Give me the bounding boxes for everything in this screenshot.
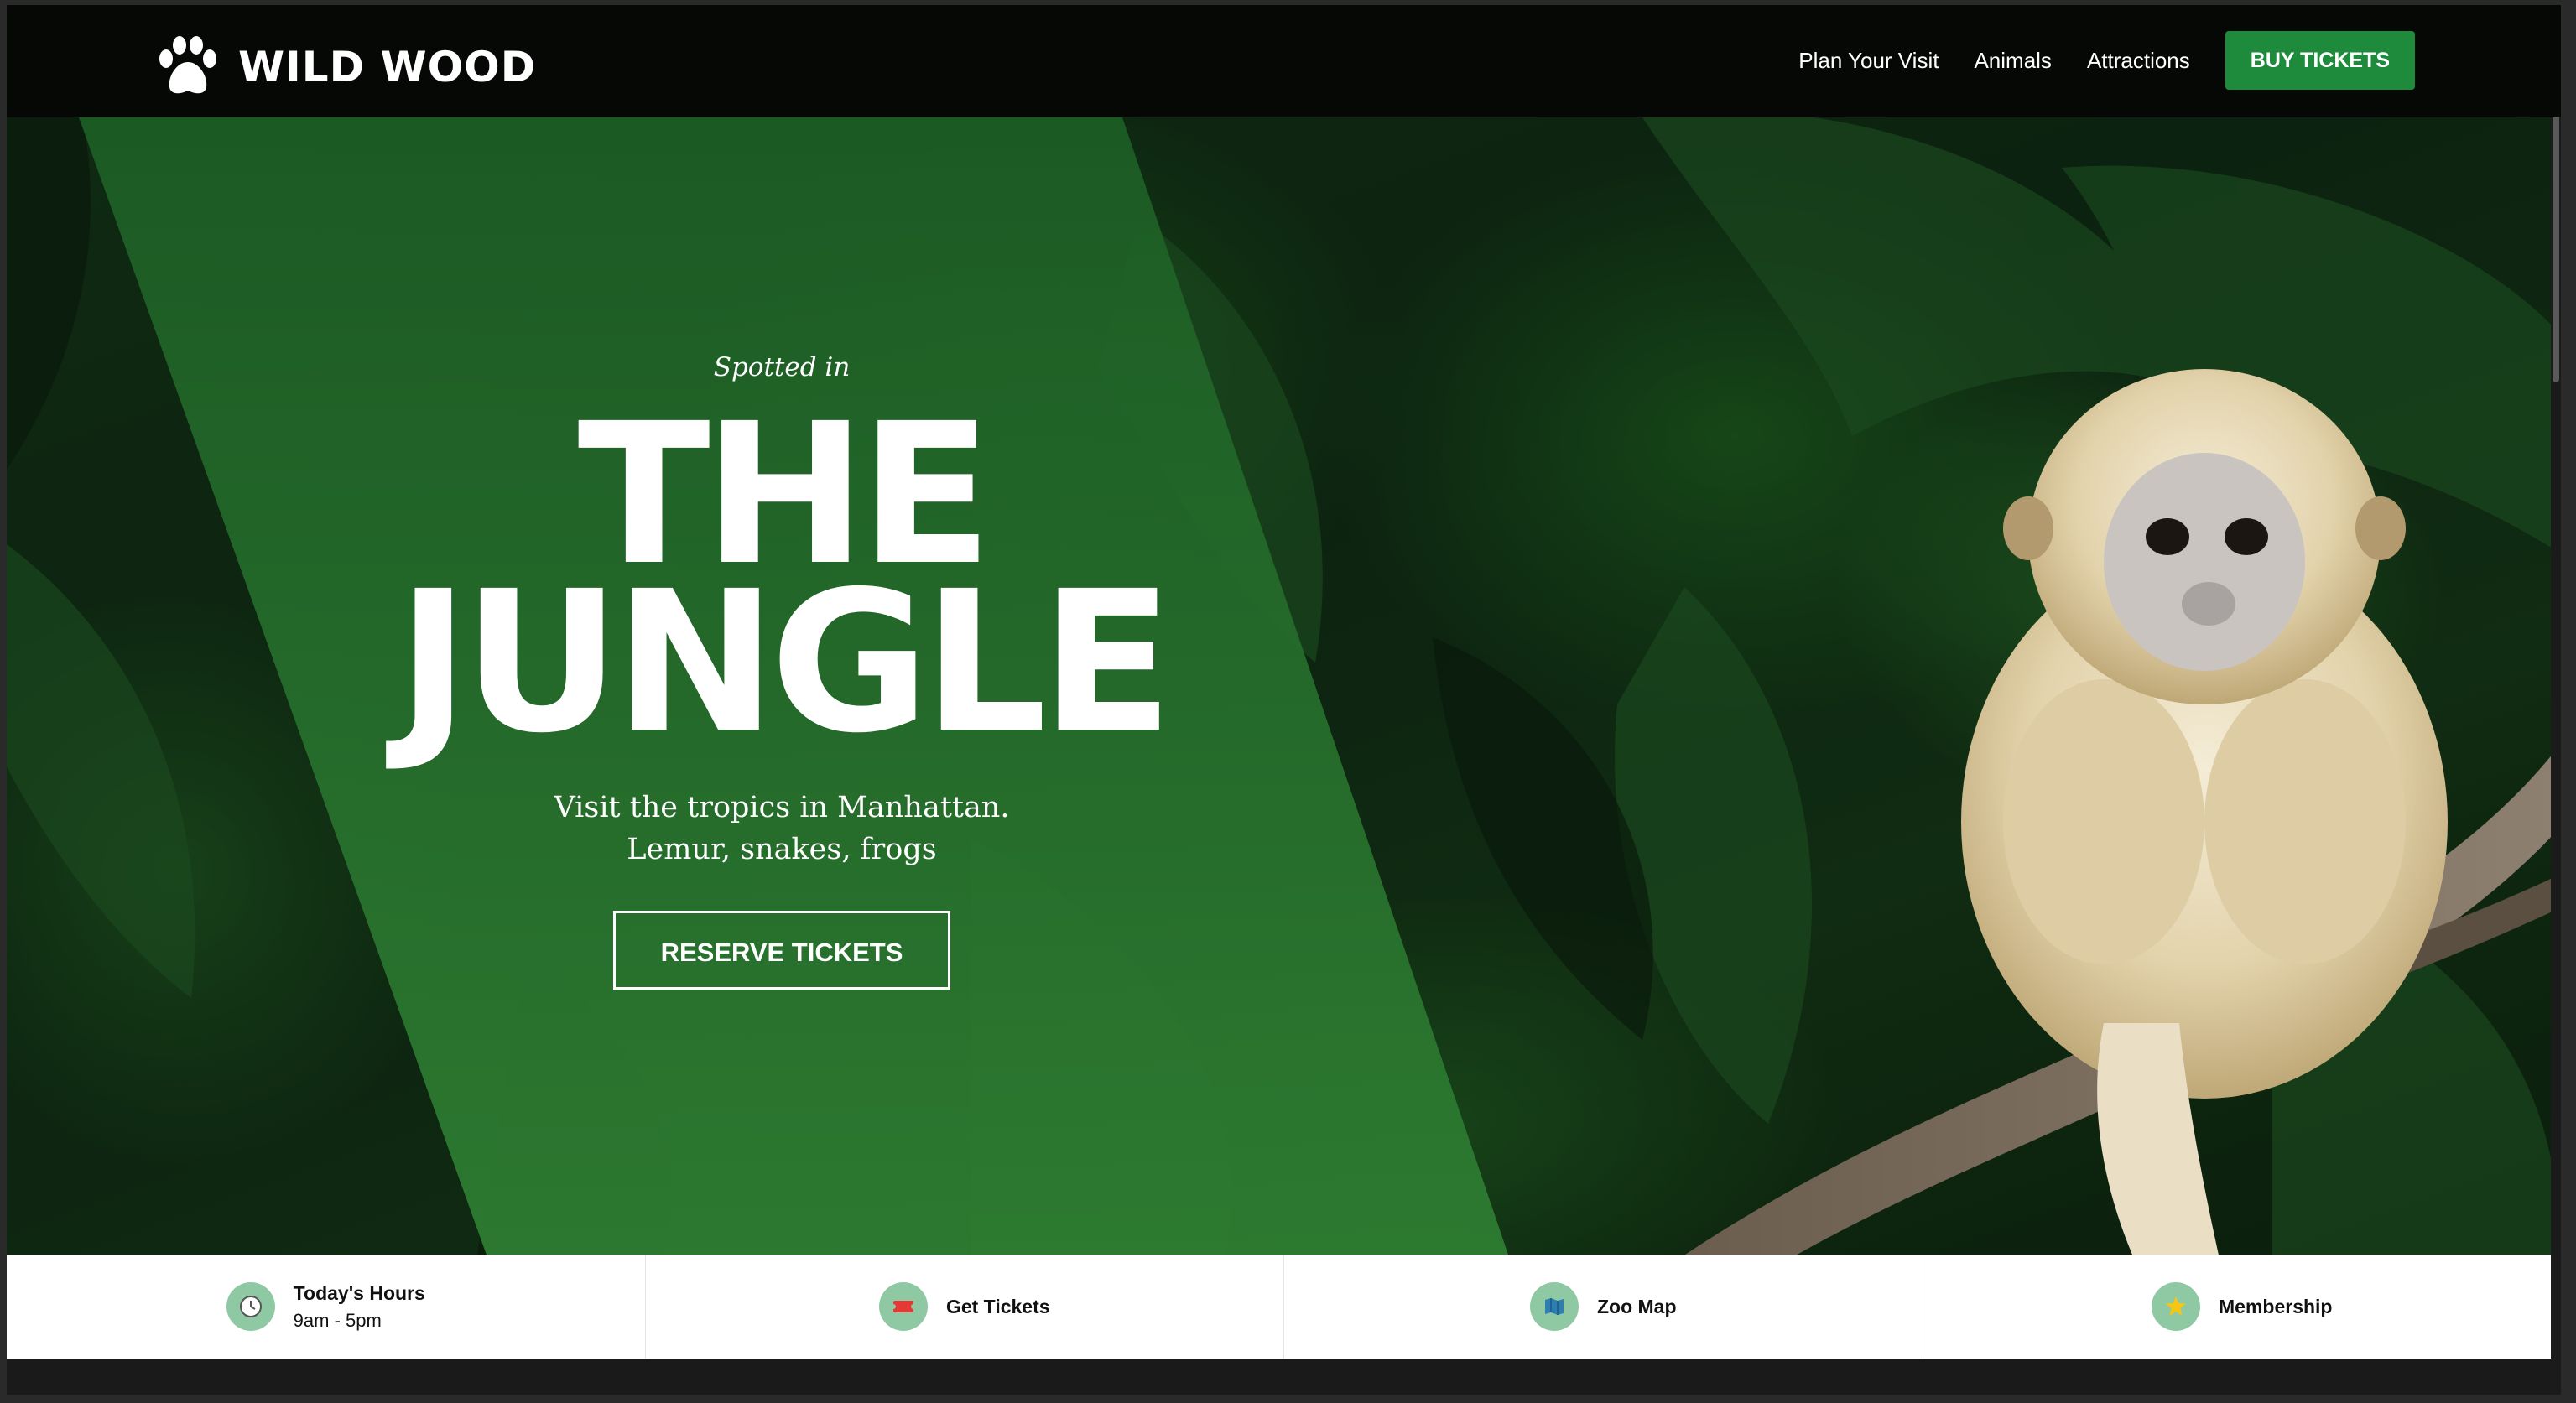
ticket-icon [878,1282,928,1331]
zoo-map-label: Zoo Map [1596,1295,1677,1317]
logo[interactable]: WILD WOOD [154,34,536,101]
hours-title: Today's Hours [293,1281,425,1304]
buy-tickets-button[interactable]: BUY TICKETS [2225,31,2415,90]
nav-link-attractions[interactable]: Attractions [2087,48,2190,74]
brand-name: WILD WOOD [238,43,537,91]
hero-subtext: Visit the tropics in Manhattan. Lemur, s… [362,787,1201,870]
info-item-get-tickets[interactable]: Get Tickets [646,1255,1284,1359]
page-bottom-strip [7,1359,2561,1395]
subtext-line-1: Visit the tropics in Manhattan. [554,791,1010,824]
nav-link-plan-your-visit[interactable]: Plan Your Visit [1798,48,1939,74]
clock-icon [226,1282,275,1331]
info-item-hours[interactable]: Today's Hours 9am - 5pm [7,1255,646,1359]
get-tickets-label: Get Tickets [945,1295,1050,1317]
quick-info-bar: Today's Hours 9am - 5pm Get Tickets Zoo … [7,1255,2561,1359]
browser-viewport: WILD WOOD Plan Your Visit Animals Attrac… [7,5,2561,1395]
hero-eyebrow: Spotted in [713,352,851,382]
info-item-membership[interactable]: Membership [1923,1255,2562,1359]
hero-section: Spotted in THE JUNGLE Visit the tropics … [7,117,2561,1260]
paw-icon [159,36,216,94]
main-nav: Plan Your Visit Animals Attractions BUY … [1798,30,2415,91]
subtext-line-2: Lemur, snakes, frogs [627,833,937,866]
star-icon [2152,1282,2200,1331]
info-item-zoo-map[interactable]: Zoo Map [1284,1255,1923,1359]
hours-value: 9am - 5pm [293,1309,382,1331]
hero-content: Spotted in THE JUNGLE Visit the tropics … [362,352,1201,990]
monkey-image [1677,369,2561,1260]
nav-link-animals[interactable]: Animals [1974,48,2051,74]
site-header: WILD WOOD Plan Your Visit Animals Attrac… [7,5,2561,117]
reserve-tickets-button[interactable]: RESERVE TICKETS [612,911,951,990]
vertical-scrollbar[interactable] [2551,5,2561,1395]
hours-text: Today's Hours 9am - 5pm [294,1282,425,1332]
map-icon [1529,1282,1579,1331]
headline-line-2: JUNGLE [397,549,1174,776]
hero-headline: THE JUNGLE [362,398,1201,776]
membership-label: Membership [2219,1295,2333,1317]
